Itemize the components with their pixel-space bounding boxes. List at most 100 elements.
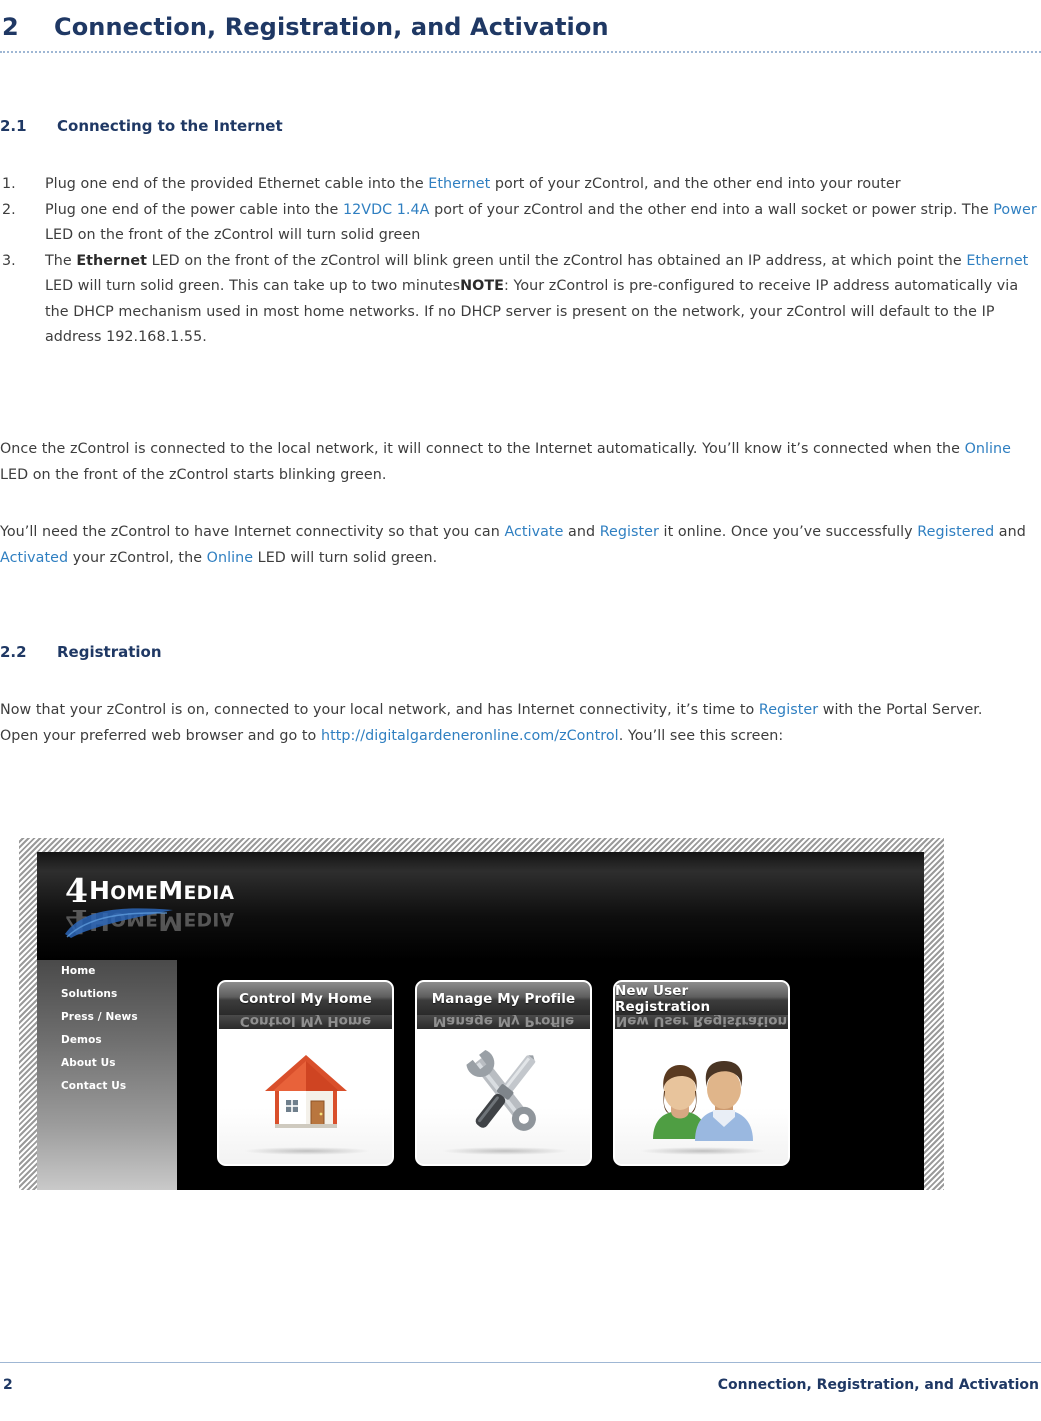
para-c-text-2: with the Portal Server. [818,702,983,718]
para-b-text-6: and [994,524,1026,540]
sidebar-item-demos[interactable]: Demos [37,1029,177,1052]
portal-content: Control My Home Control My Home Manage M… [177,960,924,1190]
card-body-new-user-registration [615,1029,788,1164]
card-manage-my-profile[interactable]: Manage My Profile Manage My Profile [415,980,592,1166]
step-marker-1: 1. [2,176,16,192]
para-c-link-1[interactable]: Register [759,702,818,718]
logo-m: M [158,875,184,905]
section-title-2-1: Connecting to the Internet [57,117,283,135]
card-title-reflection-new-user-registration: New User Registration [615,1015,788,1029]
sidebar-item-about-us[interactable]: About Us [37,1052,177,1075]
step-marker-3: 3. [2,252,16,269]
step-3-link-3[interactable]: Ethernet [966,253,1028,269]
para-a-text-0: Once the zControl is connected to the lo… [0,441,965,457]
card-icon-shadow [441,1147,569,1155]
portal-screenshot-figure: 4 HOMEMEDIA 4 HOMEMEDIA Home Solutions P… [19,838,944,1190]
card-body-control-my-home [219,1029,392,1164]
step-3-emphasis-5: NOTE [460,278,504,294]
para-b-link-1[interactable]: Activate [504,524,563,540]
step-2-text-2: port of your zControl and the other end … [429,201,994,218]
logo-edia: EDIA [183,882,235,904]
para-b-text-10: LED will turn solid green. [253,549,438,566]
logo-ome: OME [110,882,159,904]
step-marker-2: 2. [2,201,16,218]
paragraph-activate-register: You’ll need the zControl to have Interne… [0,520,1035,571]
chapter-heading: 2 Connection, Registration, and Activati… [0,0,1041,54]
house-icon [265,1055,347,1128]
section-heading-2-2: 2.2 Registration [0,643,162,661]
section-heading-2-1: 2.1 Connecting to the Internet [0,117,283,135]
para-b-link-7[interactable]: Activated [0,550,68,566]
step-1-text-0: Plug one end of the provided Ethernet ca… [45,176,429,192]
step-text-3: The Ethernet LED on the front of the zCo… [45,253,1028,346]
figure-top-hatch [19,838,944,852]
step-3-text-4: LED will turn solid green. This can take… [45,278,461,294]
section-title-2-2: Registration [57,643,162,661]
card-new-user-registration[interactable]: New User Registration New User Registrat… [613,980,790,1166]
step-3-emphasis-1: Ethernet [76,252,147,269]
tools-icon [466,1049,536,1131]
sidebar-item-contact-us[interactable]: Contact Us [37,1075,177,1098]
logo-edia-reflection: EDIA [183,908,235,930]
logo-swoosh-icon [65,908,173,938]
card-control-my-home[interactable]: Control My Home Control My Home [217,980,394,1166]
card-title-control-my-home: Control My Home [219,982,392,1015]
step-text-1: Plug one end of the provided Ethernet ca… [45,176,901,192]
card-title-reflection-control-my-home: Control My Home [219,1015,392,1029]
section-number-2-2: 2.2 [0,643,27,661]
figure-left-hatch [19,838,37,1190]
users-icon [653,1061,753,1141]
para-b-text-8: your zControl, the [68,549,207,566]
paragraph-internet-connection: Once the zControl is connected to the lo… [0,437,1035,488]
sidebar-item-press-news[interactable]: Press / News [37,1006,177,1029]
para-c-text-6: . You’ll see this screen: [618,727,784,744]
sidebar-item-home[interactable]: Home [37,960,177,983]
para-a-link-1[interactable]: Online [965,441,1011,457]
para-b-text-4: it online. Once you’ve successfully [658,524,918,540]
document-page: 2 Connection, Registration, and Activati… [0,0,1041,1421]
card-icon-shadow [243,1147,371,1155]
section-number-2-1: 2.1 [0,117,27,135]
step-2-text-4: LED on the front of the zControl will tu… [45,227,421,243]
card-icon-shadow [639,1147,767,1155]
figure-right-hatch [924,838,944,1190]
chapter-title: Connection, Registration, and Activation [54,13,609,41]
step-2-link-1[interactable]: 12VDC 1.4A [343,202,430,218]
card-body-manage-my-profile [417,1029,590,1164]
step-3-text-0: The [45,252,77,269]
portal-page: 4 HOMEMEDIA 4 HOMEMEDIA Home Solutions P… [37,852,924,1190]
footer-divider [0,1362,1041,1363]
para-b-text-0: You’ll need the zControl to have Interne… [0,524,505,540]
step-1-text-2: port of your zControl, and the other end… [490,176,901,192]
step-item-2: 2. Plug one end of the power cable into t… [0,198,1040,249]
footer-page-number: 2 [3,1377,13,1393]
logo-wordmark: HOMEMEDIA [89,878,234,904]
step-2-text-0: Plug one end of the power cable into the [45,201,343,218]
step-text-2: Plug one end of the power cable into the… [45,202,1037,244]
para-b-link-3[interactable]: Register [600,524,659,540]
portal-sidebar: Home Solutions Press / News Demos About … [37,960,177,1190]
logo-h: H [88,875,111,905]
para-a-text-2: LED on the front of the zControl starts … [0,466,387,483]
para-b-link-9[interactable]: Online [207,550,253,566]
para-c-text-4: Open your preferred web browser and go t… [0,727,321,744]
card-title-new-user-registration: New User Registration [615,982,788,1015]
card-title-reflection-manage-my-profile: Manage My Profile [417,1015,590,1029]
step-2-link-3[interactable]: Power [993,202,1036,218]
paragraph-registration-intro: Now that your zControl is on, connected … [0,698,1035,749]
sidebar-item-solutions[interactable]: Solutions [37,983,177,1006]
step-item-3: 3. The Ethernet LED on the front of the z… [0,249,1040,351]
chapter-number: 2 [2,13,19,41]
footer-title: Connection, Registration, and Activation [717,1377,1039,1393]
site-logo: 4 HOMEMEDIA [65,874,234,907]
para-b-text-2: and [563,524,600,540]
step-1-link-1[interactable]: Ethernet [428,176,490,192]
step-3-text-2: LED on the front of the zControl will bl… [146,252,967,269]
card-title-manage-my-profile: Manage My Profile [417,982,590,1015]
step-item-1: 1. Plug one end of the provided Ethernet … [0,172,1040,198]
site-header: 4 HOMEMEDIA 4 HOMEMEDIA [37,852,924,961]
para-c-link-5[interactable]: http://digitalgardeneronline.com/zContro… [321,728,619,744]
para-b-link-5[interactable]: Registered [917,524,994,540]
numbered-step-list: 1. Plug one end of the provided Ethernet … [0,172,1040,351]
header-divider [0,51,1041,53]
